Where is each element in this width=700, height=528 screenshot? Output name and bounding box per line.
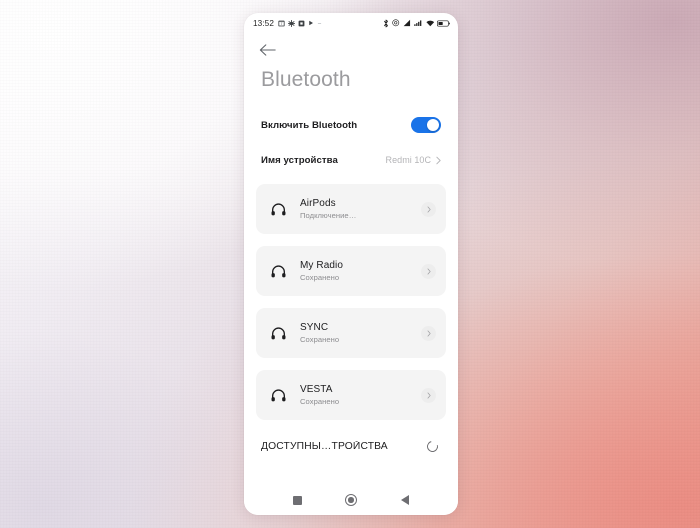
- signal-sim1-icon: [403, 19, 410, 27]
- available-devices-section: ДОСТУПНЫ…ТРОЙСТВА: [256, 432, 446, 455]
- wifi-icon: [425, 20, 434, 26]
- device-name-row[interactable]: Имя устройства Redmi 10C: [256, 144, 446, 176]
- phone-screen: 13:52 7 Bluetooth Включить Bluetooth Имя…: [244, 13, 458, 515]
- page-title: Bluetooth: [261, 68, 351, 91]
- chevron-right-icon: [436, 156, 441, 164]
- status-bar-system-icons: [383, 19, 450, 28]
- device-info: My Radio Сохранено: [300, 260, 343, 282]
- play-icon: [308, 20, 313, 26]
- signal-sim2-icon: [413, 20, 421, 26]
- settings-content: Включить Bluetooth Имя устройства Redmi …: [244, 91, 458, 485]
- device-name: VESTA: [300, 384, 333, 396]
- headphones-icon: [268, 203, 288, 216]
- svg-text:7: 7: [280, 22, 282, 26]
- headphones-icon: [268, 327, 288, 340]
- toggle-knob: [427, 119, 439, 132]
- battery-icon: [437, 20, 450, 26]
- app-top-bar: [244, 33, 458, 67]
- back-button[interactable]: [394, 489, 416, 511]
- device-status: Подключение…: [300, 211, 357, 221]
- enable-bluetooth-toggle[interactable]: [411, 117, 441, 134]
- device-settings-button[interactable]: [421, 201, 436, 217]
- calendar-icon: 7: [277, 20, 285, 26]
- paired-devices-list: AirPods Подключение… My Radio Сохранено …: [256, 184, 446, 421]
- loading-spinner-icon: [424, 439, 441, 455]
- bluetooth-icon: [384, 19, 388, 27]
- settings-gear-icon: [287, 19, 295, 27]
- table-row[interactable]: VESTA Сохранено: [256, 370, 446, 421]
- enable-bluetooth-label: Включить Bluetooth: [261, 119, 358, 131]
- status-bar-clock: 13:52: [253, 18, 274, 28]
- status-bar-notification-icons: 7: [277, 19, 322, 27]
- device-status: Сохранено: [300, 397, 340, 407]
- table-row[interactable]: My Radio Сохранено: [256, 246, 446, 297]
- recents-square-icon: [292, 495, 302, 505]
- refresh-spinner-button[interactable]: [424, 438, 441, 455]
- headphones-icon: [268, 389, 288, 402]
- device-name-label: Имя устройства: [261, 154, 338, 166]
- device-name: My Radio: [300, 260, 344, 272]
- recents-button[interactable]: [286, 489, 308, 511]
- back-triangle-icon: [401, 495, 409, 505]
- device-settings-button[interactable]: [421, 263, 436, 279]
- device-name: SYNC: [300, 322, 329, 334]
- device-status: Сохранено: [300, 273, 340, 283]
- home-button[interactable]: [340, 489, 362, 511]
- device-info: AirPods Подключение…: [300, 198, 356, 220]
- device-info: VESTA Сохранено: [300, 384, 339, 406]
- more-dot-icon: [317, 22, 321, 24]
- device-settings-button[interactable]: [421, 325, 436, 341]
- status-bar: 13:52 7: [244, 13, 458, 33]
- table-row[interactable]: SYNC Сохранено: [256, 308, 446, 359]
- app-notification-icon: [298, 20, 304, 26]
- device-name: AirPods: [300, 198, 336, 210]
- device-status: Сохранено: [300, 335, 340, 345]
- home-circle-icon: [345, 494, 357, 506]
- available-devices-label: ДОСТУПНЫ…ТРОЙСТВА: [261, 441, 388, 453]
- device-name-value: Redmi 10C: [385, 155, 431, 166]
- system-navigation-bar: [244, 485, 458, 515]
- device-info: SYNC Сохранено: [300, 322, 339, 344]
- table-row[interactable]: AirPods Подключение…: [256, 184, 446, 235]
- headphones-icon: [268, 265, 288, 278]
- enable-bluetooth-row[interactable]: Включить Bluetooth: [256, 106, 446, 144]
- device-settings-button[interactable]: [421, 387, 436, 403]
- alarm-icon: [392, 19, 400, 27]
- back-arrow-icon[interactable]: [259, 43, 276, 57]
